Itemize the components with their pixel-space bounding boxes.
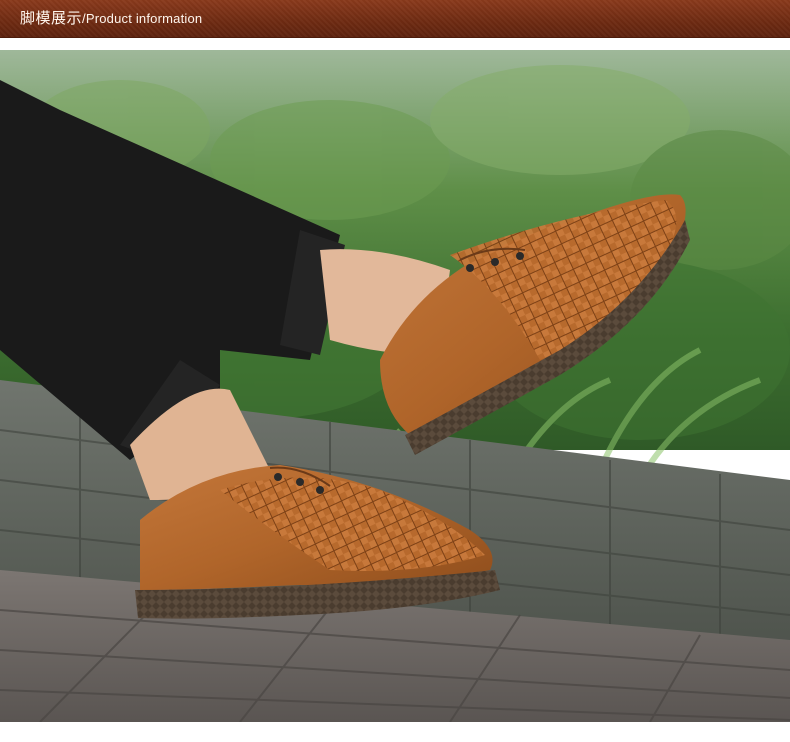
section-title-chinese: 脚模展示	[20, 9, 83, 27]
section-title-english: Product information	[85, 11, 203, 26]
product-model-photo	[0, 50, 790, 722]
model-shoes-illustration	[0, 50, 790, 722]
section-header-bar: 脚模展示/Product information	[0, 0, 790, 38]
section-title: 脚模展示/Product information	[20, 8, 202, 29]
